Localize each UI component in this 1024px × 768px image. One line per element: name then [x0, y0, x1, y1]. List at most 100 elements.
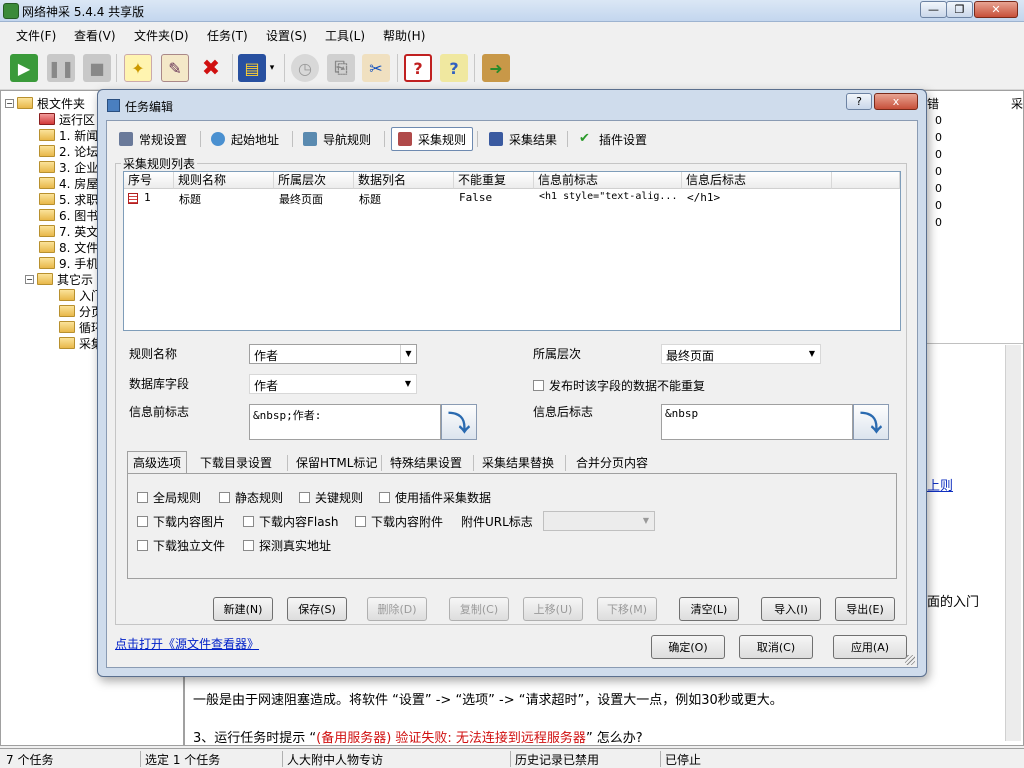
tree-root[interactable]: − 根文件夹: [5, 95, 85, 111]
table-cell[interactable]: </h1>: [687, 191, 720, 204]
scrollbar[interactable]: [1005, 345, 1021, 741]
subtab-advanced[interactable]: 高级选项: [127, 451, 188, 473]
menu-file[interactable]: 文件(F): [16, 27, 56, 44]
copy-button[interactable]: 复制(C): [449, 597, 509, 621]
tab-plugins[interactable]: ✔ 插件设置: [573, 127, 653, 151]
no-duplicate-checkbox[interactable]: 发布时该字段的数据不能重复: [533, 377, 705, 394]
prefix-input[interactable]: &nbsp;作者:: [249, 404, 441, 440]
new-task-icon[interactable]: ✦: [124, 54, 152, 82]
tree-item[interactable]: 运行区: [39, 111, 95, 127]
download-flash-checkbox[interactable]: 下载内容Flash: [243, 513, 338, 530]
restore-button[interactable]: ❐: [946, 1, 973, 18]
tab-general[interactable]: 常规设置: [113, 127, 193, 151]
detect-real-url-checkbox[interactable]: 探测真实地址: [243, 537, 331, 554]
download-images-checkbox[interactable]: 下载内容图片: [137, 513, 225, 530]
column-header[interactable]: 序号: [124, 172, 174, 189]
move-up-button[interactable]: 上移(U): [523, 597, 583, 621]
table-cell[interactable]: False: [459, 191, 492, 204]
save-button[interactable]: 保存(S): [287, 597, 347, 621]
tab-collect-results[interactable]: 采集结果: [483, 127, 563, 151]
column-header[interactable]: 错: [927, 95, 939, 112]
attach-url-select[interactable]: ▼: [543, 511, 655, 531]
export-button[interactable]: 导出(E): [835, 597, 895, 621]
insert-prefix-button[interactable]: ⤵: [441, 404, 477, 440]
close-button[interactable]: ✕: [974, 1, 1018, 18]
column-header[interactable]: 信息后标志: [682, 172, 832, 189]
column-header[interactable]: 规则名称: [174, 172, 274, 189]
edit-task-icon[interactable]: ✎: [161, 54, 189, 82]
table-cell[interactable]: 最终页面: [279, 191, 323, 207]
article-link[interactable]: 上则: [927, 475, 953, 494]
global-rule-checkbox[interactable]: 全局规则: [137, 489, 201, 506]
context-help-icon[interactable]: ?: [440, 54, 468, 82]
table-cell[interactable]: 1: [144, 191, 151, 204]
download-files-checkbox[interactable]: 下载独立文件: [137, 537, 225, 554]
tree-item[interactable]: 4. 房屋: [39, 175, 98, 191]
menu-folder[interactable]: 文件夹(D): [134, 27, 189, 44]
tree-item[interactable]: 7. 英文: [39, 223, 98, 239]
db-field-select[interactable]: 作者 ▼: [249, 374, 417, 394]
cancel-button[interactable]: 取消(C): [739, 635, 813, 659]
subtab-download-dir[interactable]: 下载目录设置: [195, 451, 277, 473]
column-header[interactable]: 不能重复: [454, 172, 534, 189]
static-rule-checkbox[interactable]: 静态规则: [219, 489, 283, 506]
menu-help[interactable]: 帮助(H): [383, 27, 425, 44]
subtab-keep-html[interactable]: 保留HTML标记: [291, 451, 382, 473]
ok-button[interactable]: 确定(O): [651, 635, 725, 659]
insert-suffix-button[interactable]: ⤵: [853, 404, 889, 440]
table-cell[interactable]: 标题: [179, 191, 201, 207]
minimize-button[interactable]: —: [920, 1, 947, 18]
tab-start-url[interactable]: 起始地址: [205, 127, 285, 151]
tab-collect-rules[interactable]: 采集规则: [391, 127, 474, 151]
delete-task-icon[interactable]: ✖: [197, 54, 225, 82]
play-icon[interactable]: ▶: [10, 54, 38, 82]
wrench-icon[interactable]: ✂: [362, 54, 390, 82]
clear-button[interactable]: 清空(L): [679, 597, 739, 621]
move-down-button[interactable]: 下移(M): [597, 597, 657, 621]
stop-icon[interactable]: ■: [83, 54, 111, 82]
exit-icon[interactable]: ➜: [482, 54, 510, 82]
tree-item[interactable]: 3. 企业: [39, 159, 98, 175]
column-header[interactable]: 采: [1011, 95, 1023, 112]
dialog-close-button[interactable]: x: [874, 93, 918, 110]
column-header[interactable]: 所属层次: [274, 172, 354, 189]
apply-button[interactable]: 应用(A): [833, 635, 907, 659]
disabled-clock-icon[interactable]: ◷: [291, 54, 319, 82]
suffix-input[interactable]: &nbsp: [661, 404, 853, 440]
tree-item[interactable]: 8. 文件: [39, 239, 98, 255]
download-attachments-checkbox[interactable]: 下载内容附件: [355, 513, 443, 530]
menu-task[interactable]: 任务(T): [207, 27, 248, 44]
menu-settings[interactable]: 设置(S): [266, 27, 307, 44]
chevron-down-icon[interactable]: ▾: [266, 54, 278, 82]
delete-button[interactable]: 删除(D): [367, 597, 427, 621]
level-select[interactable]: 最终页面 ▼: [661, 344, 821, 364]
table-cell[interactable]: <h1 style="text-alig...: [539, 191, 677, 202]
tree-item[interactable]: 5. 求职: [39, 191, 98, 207]
menu-view[interactable]: 查看(V): [74, 27, 116, 44]
source-viewer-link[interactable]: 点击打开《源文件查看器》: [115, 635, 259, 652]
help-icon[interactable]: ?: [404, 54, 432, 82]
table-cell[interactable]: 标题: [359, 191, 381, 207]
subtab-replace[interactable]: 采集结果替换: [477, 451, 559, 473]
tab-nav-rules[interactable]: 导航规则: [297, 127, 377, 151]
disabled-export-icon[interactable]: ⎘: [327, 54, 355, 82]
help-button[interactable]: ?: [846, 93, 872, 110]
tree-item[interactable]: 2. 论坛: [39, 143, 98, 159]
key-rule-checkbox[interactable]: 关键规则: [299, 489, 363, 506]
tree-group[interactable]: − 其它示: [25, 271, 93, 287]
save-icon[interactable]: ▤: [238, 54, 266, 82]
tree-item[interactable]: 9. 手机: [39, 255, 98, 271]
import-button[interactable]: 导入(I): [761, 597, 821, 621]
menu-tools[interactable]: 工具(L): [325, 27, 365, 44]
column-header[interactable]: 数据列名: [354, 172, 454, 189]
subtab-special-result[interactable]: 特殊结果设置: [385, 451, 467, 473]
resize-grip-icon[interactable]: [905, 655, 915, 665]
tree-item[interactable]: 1. 新闻: [39, 127, 98, 143]
new-button[interactable]: 新建(N): [213, 597, 273, 621]
tree-item[interactable]: 6. 图书: [39, 207, 98, 223]
rule-name-combo[interactable]: 作者 ▼: [249, 344, 417, 364]
rules-list[interactable]: 序号 规则名称 所属层次 数据列名 不能重复 信息前标志 信息后标志 1 标题 …: [123, 171, 901, 331]
column-header[interactable]: 信息前标志: [534, 172, 682, 189]
plugin-collect-checkbox[interactable]: 使用插件采集数据: [379, 489, 491, 506]
pause-icon[interactable]: ❚❚: [47, 54, 75, 82]
